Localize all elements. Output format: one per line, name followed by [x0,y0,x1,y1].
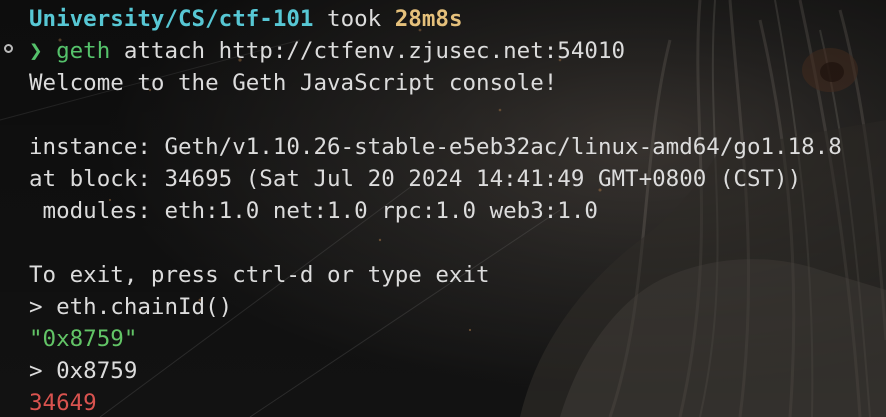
block-info: at block: 34695 (Sat Jul 20 2024 14:41:4… [29,166,802,192]
command-name: geth [56,38,111,64]
console-result-2: 34649 [29,390,97,416]
took-label: took [327,6,382,32]
console-input-1: > eth.chainId() [29,294,233,320]
console-input-2: > 0x8759 [29,358,138,384]
command-args: attach http://ctfenv.zjusec.net:54010 [123,38,626,64]
console-result-1: "0x8759" [29,326,138,352]
prompt-symbol: ❯ [29,38,43,64]
terminal-window[interactable]: University/CS/ctf-101 took 28m8s ❯ geth … [0,0,886,417]
instance-info: instance: Geth/v1.10.26-stable-e5eb32ac/… [29,134,842,160]
exit-hint: To exit, press ctrl-d or type exit [29,262,490,288]
prompt-header-line: University/CS/ctf-101 took 28m8s [29,3,463,35]
prompt-path: University/CS/ctf-101 [29,6,314,32]
prompt-status-icon [4,44,13,53]
command-duration: 28m8s [394,6,463,32]
welcome-message: Welcome to the Geth JavaScript console! [29,70,558,96]
command-line: ❯ geth attach http://ctfenv.zjusec.net:5… [29,35,625,67]
modules-info: modules: eth:1.0 net:1.0 rpc:1.0 web3:1.… [29,198,598,224]
